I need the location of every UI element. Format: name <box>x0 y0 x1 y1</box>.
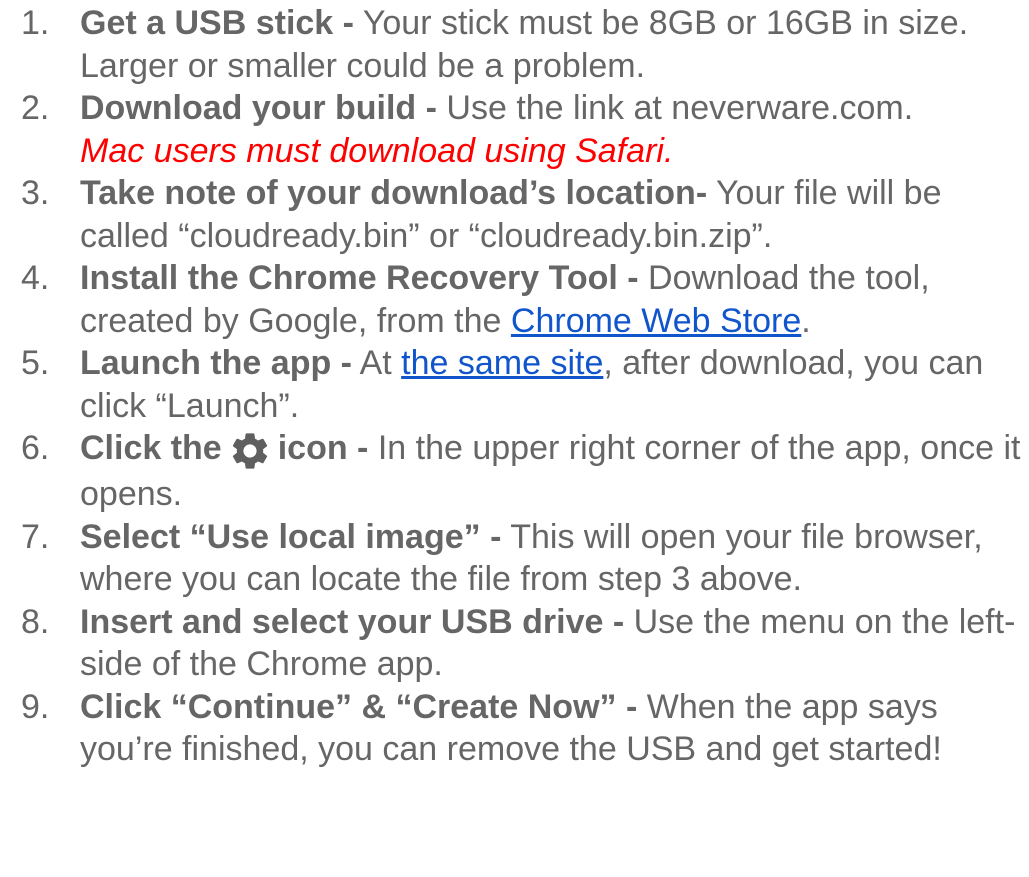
step-description: At <box>352 344 402 382</box>
step-number: 1. <box>21 4 50 42</box>
step-title: Click “Continue” & “Create Now” - <box>80 687 638 726</box>
step-title: Get a USB stick - <box>80 4 354 42</box>
same-site-link[interactable]: the same site <box>401 344 603 382</box>
step-number: 7. <box>21 517 50 556</box>
step-number: 5. <box>21 344 50 382</box>
step-8: 8. Insert and select your USB drive - Us… <box>0 601 1029 686</box>
step-title: Launch the app - <box>80 344 352 382</box>
step-6: 6. Click the icon - In the upper right co… <box>0 427 1029 516</box>
step-title: Click the <box>80 429 222 467</box>
step-title: Insert and select your USB drive - <box>80 602 625 641</box>
gear-icon <box>228 429 272 473</box>
step-title: Download your build - <box>80 89 437 127</box>
step-4: 4. Install the Chrome Recovery Tool - Do… <box>0 257 1029 342</box>
step-title: Take note of your download’s location- <box>80 174 708 212</box>
chrome-web-store-link[interactable]: Chrome Web Store <box>511 302 801 340</box>
instruction-list: 1. Get a USB stick - Your stick must be … <box>0 2 1029 771</box>
safari-warning: Mac users must download using Safari. <box>80 131 674 170</box>
step-number: 8. <box>21 602 50 641</box>
step-7: 7. Select “Use local image” - This will … <box>0 516 1029 601</box>
step-description-end: . <box>801 301 811 340</box>
step-title-end: icon - <box>277 429 369 467</box>
step-1: 1. Get a USB stick - Your stick must be … <box>0 2 1029 87</box>
step-title: Select “Use local image” - <box>80 517 502 556</box>
step-2: 2. Download your build - Use the link at… <box>0 87 1029 172</box>
step-number: 6. <box>21 429 50 467</box>
step-description: Use the link at neverware.com. <box>436 89 914 127</box>
step-number: 9. <box>21 687 50 726</box>
step-5: 5. Launch the app - At the same site, af… <box>0 342 1029 427</box>
step-9: 9. Click “Continue” & “Create Now” - Whe… <box>0 686 1029 771</box>
step-3: 3. Take note of your download’s location… <box>0 172 1029 257</box>
step-number: 3. <box>21 174 50 212</box>
step-title: Install the Chrome Recovery Tool - <box>80 259 639 297</box>
step-number: 4. <box>21 259 50 297</box>
step-number: 2. <box>21 89 50 127</box>
